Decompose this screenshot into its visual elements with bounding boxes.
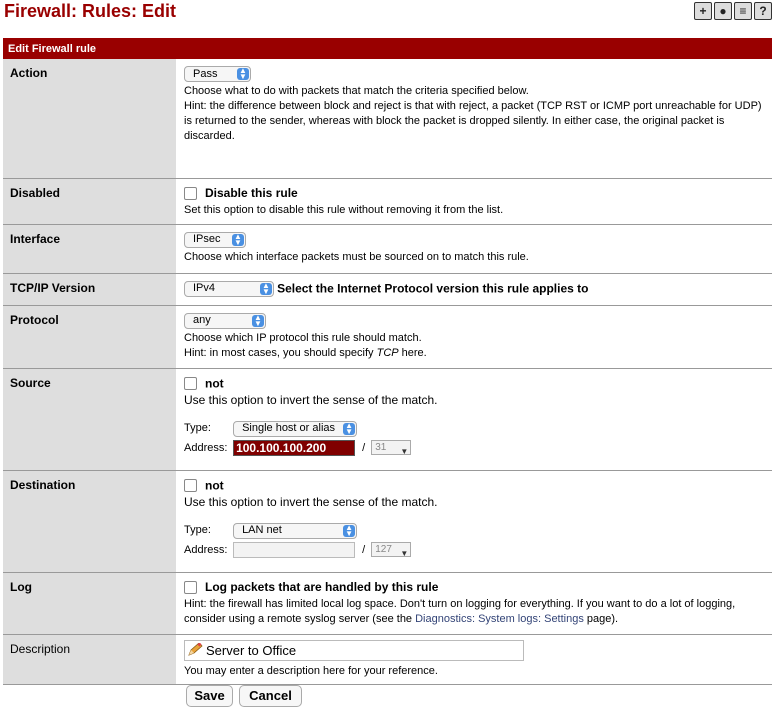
destination-not-checkbox[interactable] — [184, 478, 197, 492]
source-type-label: Type: — [184, 422, 211, 435]
source-slash: / — [362, 441, 366, 454]
destination-address-label: Address: — [184, 543, 228, 556]
disabled-help: Set this option to disable this rule wit… — [184, 203, 504, 216]
pencil-icon — [188, 643, 203, 656]
protocol-hint: Hint: in most cases, you should specify … — [184, 346, 767, 361]
protocol-select[interactable]: any ▲ ▼ — [184, 312, 266, 329]
destination-not-label: not — [205, 477, 224, 492]
source-type-select[interactable]: Single host or alias ▲ ▼ — [233, 420, 358, 437]
destination-mask-select[interactable]: 127 ▼ — [371, 542, 412, 558]
source-not-label: not — [205, 375, 224, 390]
description-help: You may enter a description here for you… — [184, 665, 438, 677]
chevron-updown-icon: ▲ ▼ — [260, 281, 272, 295]
log-checkbox-label: Log packets that are handled by this rul… — [205, 579, 439, 594]
top-toolbar: + ● ≡ ? — [694, 2, 772, 20]
cancel-button[interactable]: Cancel — [239, 685, 302, 707]
chevron-updown-icon: ▲ ▼ — [232, 232, 244, 246]
source-mask-value: 31 — [375, 442, 387, 454]
help-icon[interactable]: ? — [754, 2, 772, 20]
destination-slash: / — [362, 543, 366, 556]
interface-select-value: IPsec — [193, 233, 221, 245]
action-hint: Hint: the difference between block and r… — [184, 100, 762, 142]
interface-help: Choose which interface packets must be s… — [184, 250, 529, 263]
log-label: Log — [3, 572, 176, 635]
action-help: Choose what to do with packets that matc… — [184, 85, 529, 97]
chevron-down-icon: ▼ — [400, 549, 409, 559]
interface-select[interactable]: IPsec ▲ ▼ — [184, 231, 246, 248]
disable-rule-label: Disable this rule — [205, 185, 298, 200]
system-logs-settings-link[interactable]: Diagnostics: System logs: Settings — [415, 613, 584, 625]
action-select-value: Pass — [193, 67, 218, 80]
protocol-hint-tcp: TCP — [376, 346, 399, 359]
destination-type-value: LAN net — [242, 524, 282, 537]
description-input[interactable]: Server to Office — [184, 639, 524, 661]
rule-form: Edit Firewall rule Action Pass ▲ ▼ Choose… — [3, 38, 772, 685]
destination-type-label: Type: — [184, 524, 211, 537]
protocol-help: Choose which IP protocol this rule shoul… — [184, 331, 422, 344]
interface-label: Interface — [3, 224, 176, 274]
add-icon[interactable]: + — [694, 2, 712, 20]
destination-type-select[interactable]: LAN net ▲ ▼ — [233, 522, 358, 539]
page-title: Firewall: Rules: Edit — [4, 1, 177, 21]
save-button[interactable]: Save — [186, 685, 233, 707]
tcpip-select[interactable]: IPv4 ▲ ▼ — [184, 280, 274, 297]
destination-address-input[interactable] — [233, 541, 356, 558]
status-icon[interactable]: ● — [714, 2, 732, 20]
chevron-updown-icon: ▲ ▼ — [252, 313, 264, 327]
disabled-label: Disabled — [3, 178, 176, 225]
source-not-checkbox[interactable] — [184, 376, 197, 390]
chevron-updown-icon: ▲ ▼ — [237, 67, 249, 81]
log-checkbox[interactable] — [184, 580, 197, 594]
tcpip-select-value: IPv4 — [193, 282, 216, 294]
disable-rule-checkbox[interactable] — [184, 186, 197, 200]
source-address-label: Address: — [184, 441, 228, 454]
source-type-value: Single host or alias — [242, 422, 336, 435]
action-select[interactable]: Pass ▲ ▼ — [184, 66, 251, 82]
protocol-hint-post: here. — [398, 346, 427, 359]
chevron-updown-icon: ▲ ▼ — [343, 523, 356, 537]
log-icon[interactable]: ≡ — [734, 2, 752, 20]
source-address-input[interactable]: 100.100.100.200 — [233, 439, 356, 456]
log-help-post: page). — [583, 612, 619, 625]
source-label: Source — [3, 368, 176, 471]
source-mask-select[interactable]: 31 ▼ — [371, 440, 412, 456]
destination-help: Use this option to invert the sense of t… — [184, 494, 438, 509]
action-label: Action — [3, 59, 176, 179]
source-help: Use this option to invert the sense of t… — [184, 392, 438, 407]
destination-mask-value: 127 — [375, 544, 392, 556]
destination-label: Destination — [3, 470, 176, 573]
protocol-hint-pre: Hint: in most cases, you should specify — [184, 346, 377, 359]
description-value: Server to Office — [206, 642, 297, 658]
chevron-updown-icon: ▲ ▼ — [343, 421, 356, 435]
table-header: Edit Firewall rule — [8, 42, 97, 55]
tcpip-help: Select the Internet Protocol version thi… — [277, 281, 589, 295]
tcpip-label: TCP/IP Version — [3, 273, 176, 306]
log-help: Hint: the firewall has limited local log… — [184, 597, 767, 627]
protocol-label: Protocol — [3, 305, 176, 369]
protocol-select-value: any — [193, 314, 211, 326]
description-label: Description — [3, 634, 176, 685]
chevron-down-icon: ▼ — [400, 447, 409, 457]
